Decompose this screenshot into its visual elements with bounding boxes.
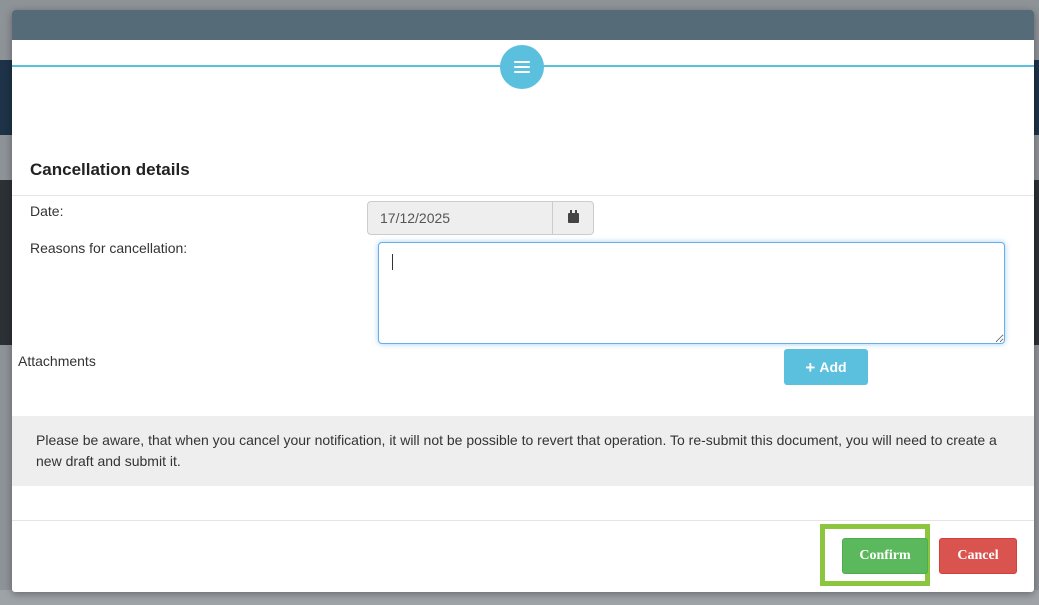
add-attachment-button[interactable]: + Add [784, 349, 868, 385]
cancel-button[interactable]: Cancel [939, 538, 1017, 574]
menu-icon[interactable] [500, 45, 544, 89]
footer-divider [12, 520, 1034, 521]
text-caret [392, 254, 393, 270]
modal-header [12, 10, 1034, 40]
divider [12, 195, 1034, 196]
reasons-label: Reasons for cancellation: [30, 240, 188, 256]
calendar-icon [567, 210, 579, 223]
warning-notice: Please be aware, that when you cancel yo… [12, 416, 1034, 486]
calendar-button[interactable] [552, 201, 594, 235]
plus-icon: + [805, 357, 816, 377]
background-footer [0, 590, 1039, 605]
reasons-textarea[interactable] [378, 242, 1005, 344]
add-button-label: Add [819, 359, 847, 375]
cancellation-modal: Cancellation details Date: 17/12/2025 Re… [12, 10, 1034, 592]
date-label: Date: [30, 203, 64, 219]
confirm-button[interactable]: Confirm [842, 538, 928, 574]
section-title: Cancellation details [30, 160, 190, 179]
date-picker: 17/12/2025 [367, 201, 594, 235]
date-field[interactable]: 17/12/2025 [367, 201, 552, 235]
attachments-label: Attachments [18, 353, 96, 369]
